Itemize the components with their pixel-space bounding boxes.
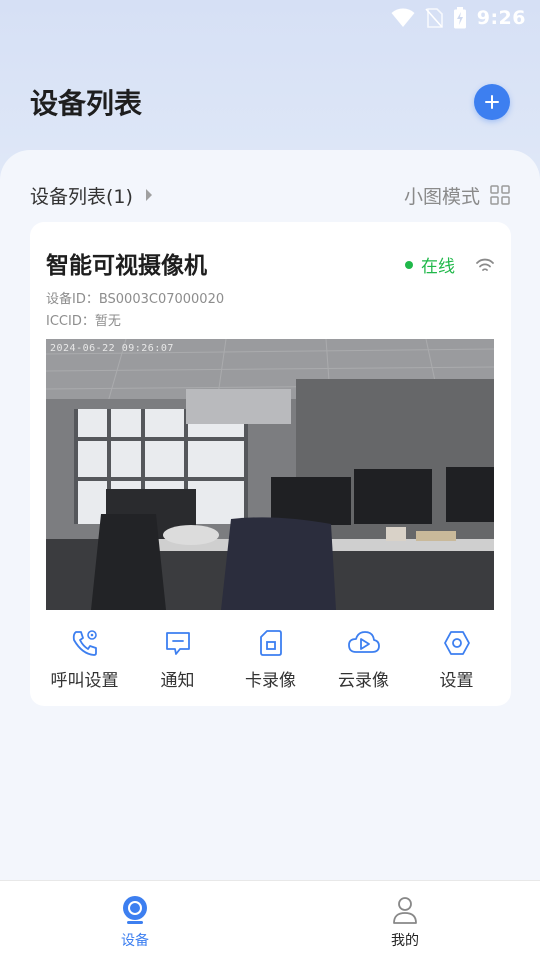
grid-icon [490,185,510,205]
view-mode-toggle[interactable]: 小图模式 [404,182,510,209]
camera-snapshot-image [46,339,494,610]
plus-icon [485,95,499,109]
hexagon-settings-icon [443,631,470,655]
message-icon [165,632,190,655]
notification-label: 通知 [160,671,195,691]
cloud-play-icon [347,631,380,653]
device-card[interactable]: 智能可视摄像机 在线 设备ID：BS0003C07000020 ICCID：暂无 [30,222,511,706]
status-bar: 9:26 [0,0,540,36]
device-list-title-link[interactable]: 设备列表(1) [30,182,153,209]
tab-devices-label: 设备 [121,932,149,949]
settings-label: 设置 [439,671,474,691]
notification-button[interactable]: 通知 [131,628,224,692]
device-status: 在线 [405,252,495,277]
device-status-label: 在线 [421,257,455,277]
settings-button[interactable]: 设置 [410,628,503,692]
page-title: 设备列表 [30,87,143,120]
cloud-recording-label: 云录像 [338,671,389,691]
sd-card-icon [259,630,282,656]
cloud-recording-button[interactable]: 云录像 [317,628,410,692]
wifi-icon [391,8,415,27]
status-time: 9:26 [476,7,526,29]
no-sim-icon [425,8,443,28]
device-list-header: 设备列表(1) 小图模式 [30,180,510,210]
caret-right-icon [145,189,152,201]
card-recording-button[interactable]: 卡录像 [224,628,317,692]
device-list-title: 设备列表(1) [30,185,133,208]
camera-preview[interactable]: 2024-06-22 09:26:07 [46,339,494,610]
tab-devices[interactable]: 设备 [0,881,270,960]
camera-device-icon [123,895,147,924]
call-settings-button[interactable]: 呼叫设置 [38,628,131,692]
person-icon [393,896,417,924]
device-actions: 呼叫设置 通知 卡录像 云录像 设置 [38,628,503,692]
device-iccid: ICCID：暂无 [46,314,121,329]
device-name: 智能可视摄像机 [46,253,207,279]
preview-timestamp: 2024-06-22 09:26:07 [50,343,174,354]
card-recording-label: 卡录像 [245,671,296,691]
tab-mine[interactable]: 我的 [270,881,540,960]
add-device-button[interactable] [474,84,510,120]
battery-charging-icon [453,7,466,29]
bottom-tab-bar: 设备 我的 [0,880,540,960]
online-dot-icon [405,260,413,269]
view-mode-label: 小图模式 [403,185,480,208]
page-header: 设备列表 [30,80,510,124]
tab-mine-label: 我的 [391,932,419,949]
signal-wifi-icon [476,258,494,271]
device-id: 设备ID：BS0003C07000020 [46,292,225,307]
call-settings-label: 呼叫设置 [50,671,119,691]
phone-call-icon [72,630,97,656]
